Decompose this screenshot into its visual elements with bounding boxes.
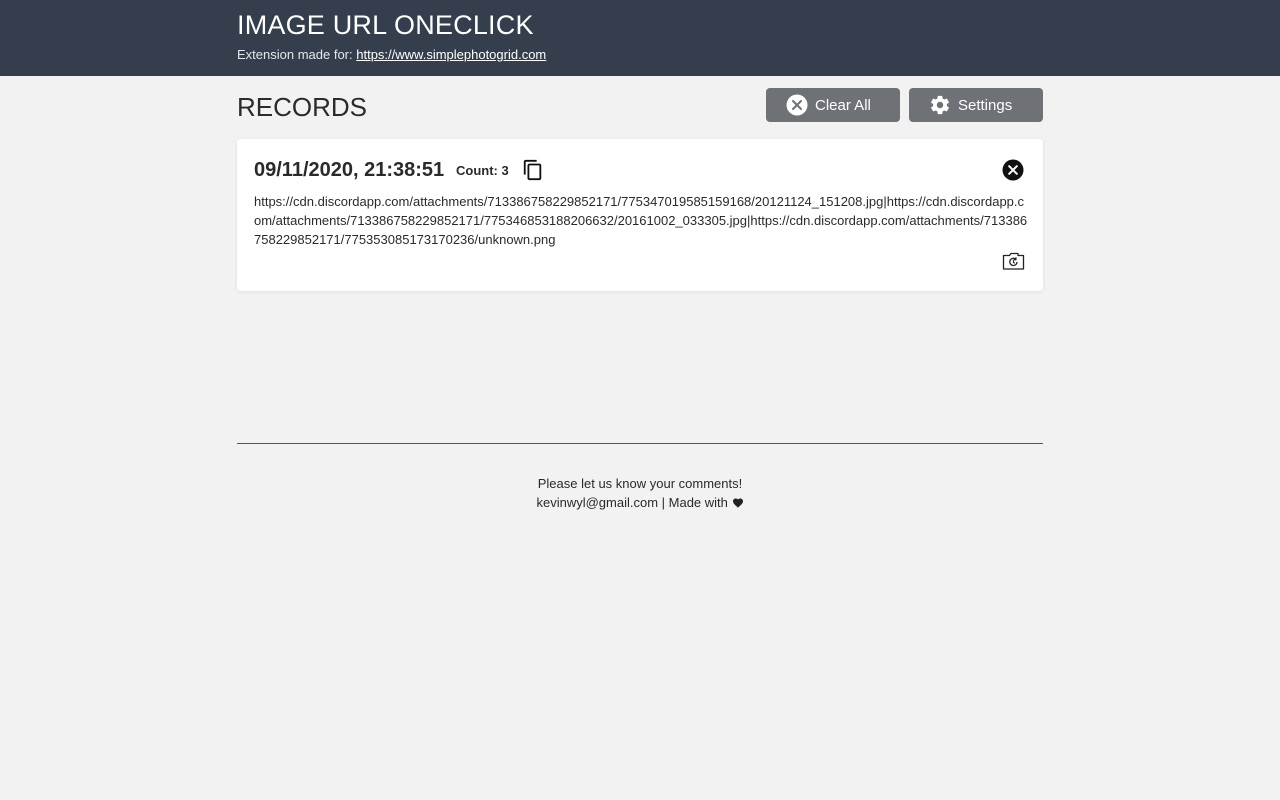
footer-comments-text: Please let us know your comments! xyxy=(537,476,743,491)
footer: Please let us know your comments! kevinw… xyxy=(0,474,1280,512)
folder-restore-icon[interactable] xyxy=(1002,251,1025,271)
app-header: IMAGE URL ONECLICK Extension made for: h… xyxy=(0,0,1280,76)
records-heading: RECORDS xyxy=(237,92,368,122)
clear-all-button[interactable]: Clear All xyxy=(766,88,900,122)
gear-icon xyxy=(929,94,951,116)
record-urls: https://cdn.discordapp.com/attachments/7… xyxy=(254,194,1028,247)
record-date: 09/11/2020, 21:38:51 xyxy=(254,159,445,181)
clear-all-label: Clear All xyxy=(815,96,871,114)
app-subtitle: Extension made for: https://www.simpleph… xyxy=(237,47,546,62)
website-link[interactable]: https://www.simplephotogrid.com xyxy=(356,47,546,62)
heart-icon xyxy=(732,494,744,508)
record-count: Count: 3 xyxy=(456,163,509,178)
record-card: 09/11/2020, 21:38:51 Count: 3 https://cd… xyxy=(237,139,1043,291)
app-title: IMAGE URL ONECLICK xyxy=(237,10,534,40)
copy-icon[interactable] xyxy=(522,159,544,181)
settings-label: Settings xyxy=(958,96,1013,114)
footer-contact: kevinwyl@gmail.com | Made with xyxy=(0,493,1280,512)
close-circle-icon xyxy=(786,94,808,116)
delete-record-icon[interactable] xyxy=(1002,159,1024,181)
footer-divider xyxy=(237,443,1043,444)
footer-email: kevinwyl@gmail.com xyxy=(536,495,659,510)
settings-button[interactable]: Settings xyxy=(909,88,1043,122)
subtitle-prefix: Extension made for: xyxy=(237,47,357,62)
footer-made-with: | Made with xyxy=(658,495,732,510)
